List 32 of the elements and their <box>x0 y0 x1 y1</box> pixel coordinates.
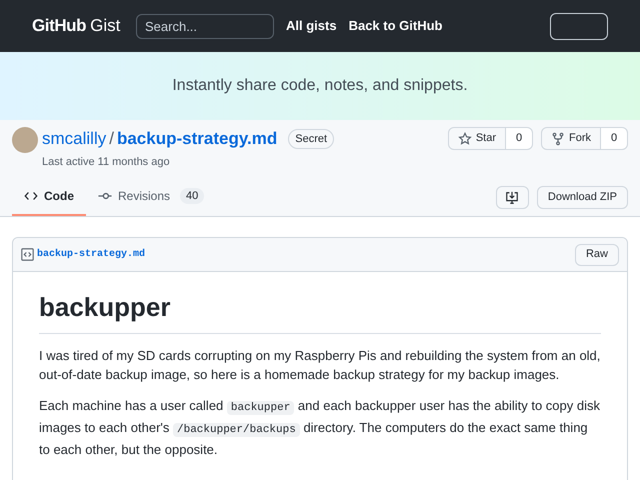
owner-link[interactable]: smcalilly <box>42 126 106 152</box>
inline-code: /backupper/backups <box>173 423 300 437</box>
markdown-heading: backupper <box>39 288 601 334</box>
inline-code: backupper <box>226 401 294 415</box>
counter[interactable]: 0 <box>506 127 533 150</box>
tab[interactable]: Revisions 40 <box>86 178 216 216</box>
nav-link[interactable]: Back to GitHub <box>348 16 442 36</box>
search-field[interactable]: Search... <box>136 14 274 38</box>
paragraph: Each machine has a user called backupper and each backupper user has the ability to copy disk images to each other's /backupper/backups directory. The computers do the exact same thing to each other, but the opposite. <box>39 397 601 459</box>
gist-title-link[interactable]: backup-strategy.md <box>116 126 278 152</box>
paragraph: I was tired of my SD cards corrupting on my Raspberry Pis and rebuilding the system from an old, out-of-date backup image, so here is a homemade backup strategy for my backup images. <box>39 347 601 384</box>
banner-text: Instantly share code, notes, and snippets. <box>172 76 468 96</box>
file-code-icon <box>21 248 34 261</box>
tab[interactable]: Code <box>12 178 86 216</box>
star-icon <box>458 132 472 146</box>
logo[interactable]: GitHub Gist <box>32 13 124 39</box>
secret-label: Secret <box>288 128 334 149</box>
nav-link[interactable]: All gists <box>286 16 337 36</box>
revision-count: 40 <box>180 188 204 204</box>
file-name-link[interactable]: backup-strategy.md <box>37 247 146 262</box>
last-active-text: Last active 11 months ago <box>42 154 171 170</box>
download-icon-button[interactable] <box>496 186 529 209</box>
download-icon <box>505 190 520 204</box>
star-button[interactable]: Star <box>448 127 506 150</box>
fork-button[interactable]: Fork <box>541 127 601 150</box>
raw-button[interactable]: Raw <box>574 244 619 266</box>
header-button[interactable] <box>550 12 608 40</box>
download-zip-button[interactable]: Download ZIP <box>536 186 628 209</box>
fork-icon <box>551 132 565 146</box>
code-icon <box>24 189 38 203</box>
counter[interactable]: 0 <box>601 127 628 150</box>
path-separator: / <box>109 128 114 150</box>
